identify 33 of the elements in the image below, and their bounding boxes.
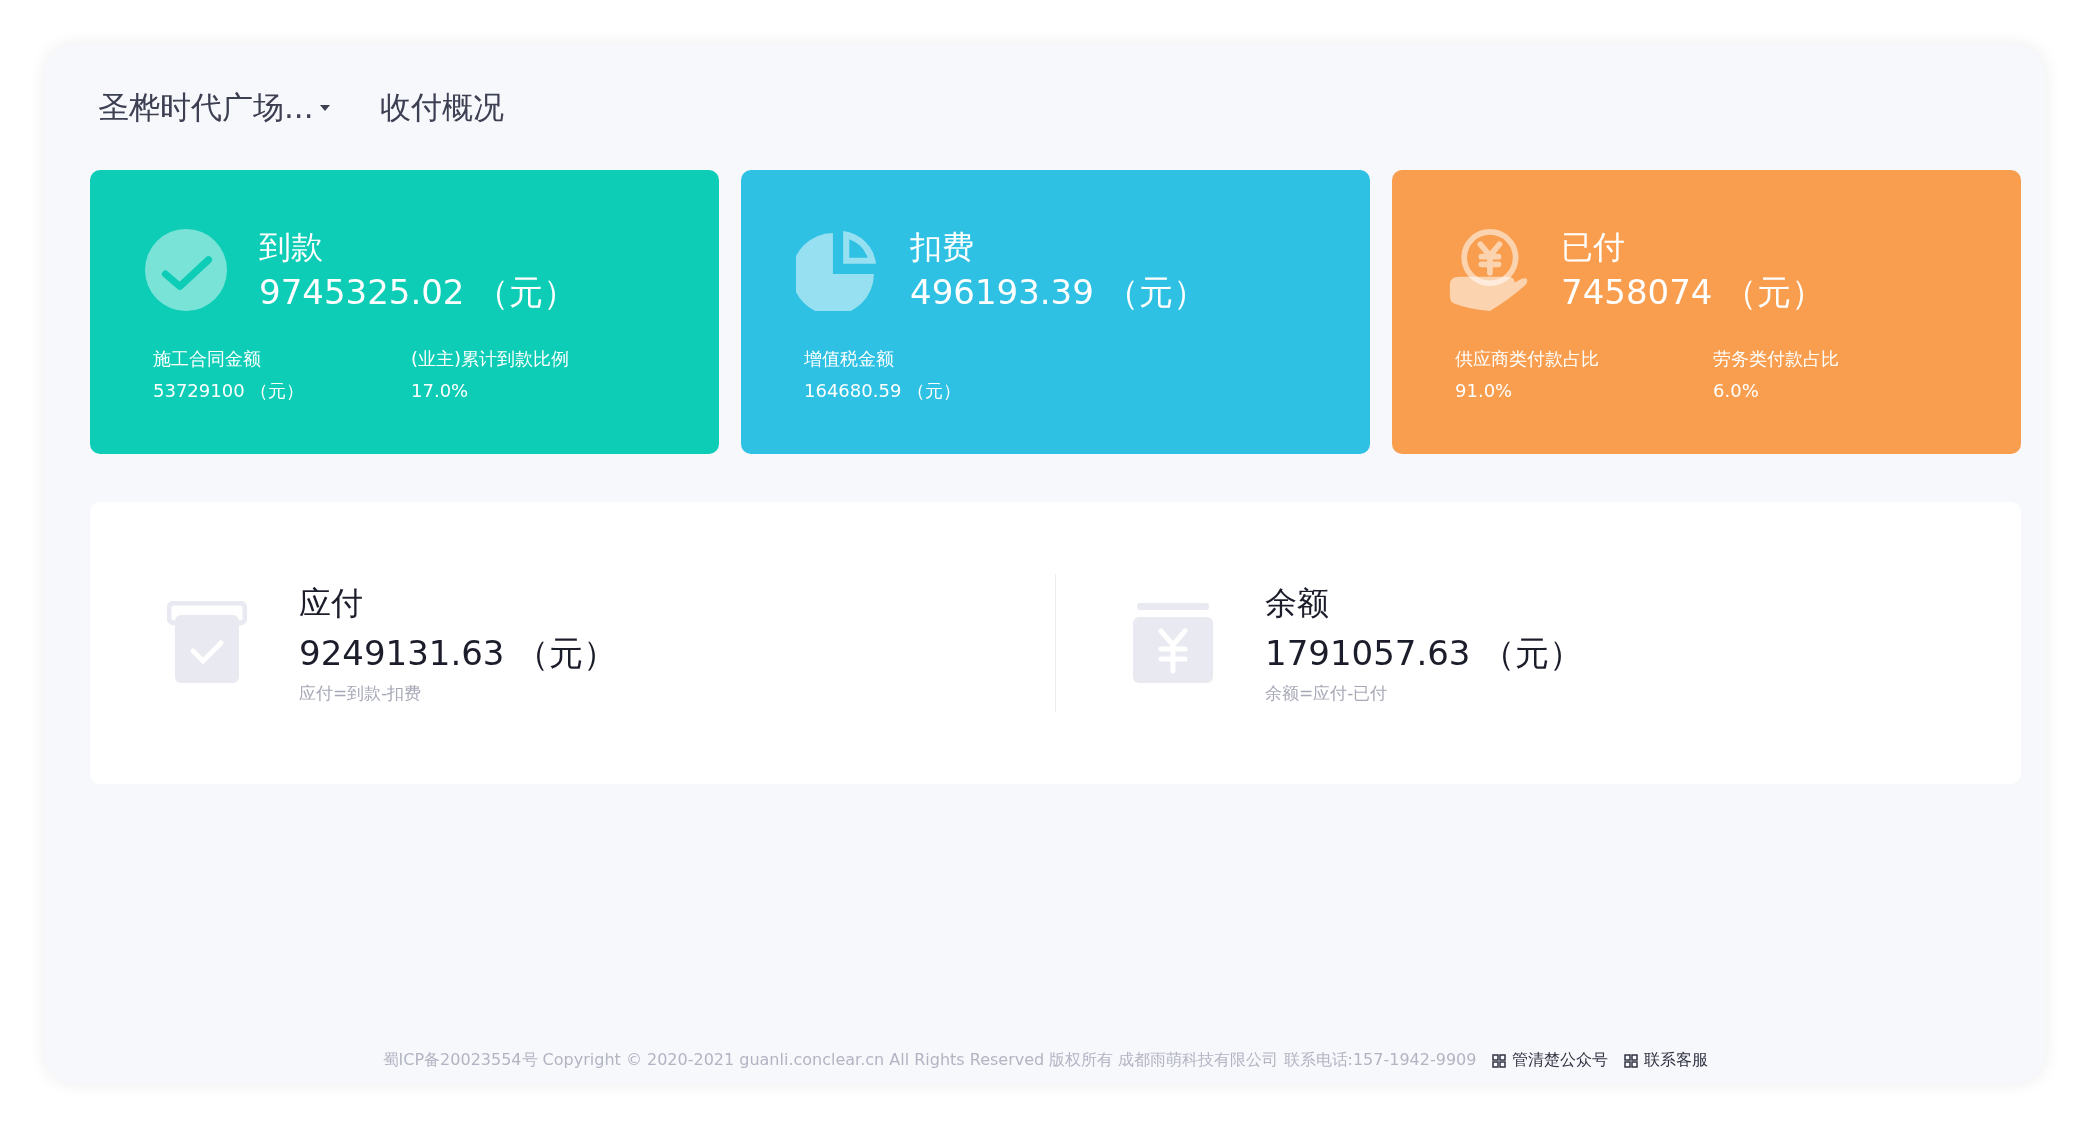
page-title: 收付概况: [379, 87, 504, 127]
card-title: 扣费: [910, 227, 975, 268]
footer-link[interactable]: 联系客服: [1624, 1050, 1709, 1071]
qr-code-icon: [1492, 1053, 1507, 1068]
balance-title: 应付: [299, 583, 364, 624]
card-title: 到款: [259, 227, 324, 268]
pie-chart-icon: [796, 229, 878, 311]
qr-code-icon: [1624, 1053, 1639, 1068]
balance-amount: 9249131.63 （元）: [299, 632, 618, 675]
card-amount: 7458074 （元）: [1561, 271, 1826, 314]
coin-hand-icon: [1447, 229, 1529, 311]
footer-copyright: 蜀ICP备20023554号 Copyright © 2020-2021 guanli.conclear.cn All Rights Reserved 版权所有 成都雨萌科技有限公司 联系电话:157-1942-9909: [382, 1050, 1477, 1071]
card-title: 已付: [1561, 227, 1626, 268]
balance-title: 余额: [1265, 583, 1330, 624]
detail-value: 164680.59 （元）: [804, 379, 963, 403]
detail-value: 53729100 （元）: [153, 379, 306, 403]
caret-icon: [319, 104, 330, 111]
check-circle-icon: [145, 229, 227, 311]
balance-formula: 应付=到款-扣费: [299, 682, 423, 705]
detail-value: 17.0%: [411, 379, 470, 403]
footer-link[interactable]: 管清楚公众号: [1492, 1050, 1609, 1071]
detail-label: 增值税金额: [804, 347, 895, 371]
detail-value: 91.0%: [1455, 379, 1514, 403]
detail-label: 施工合同金额: [153, 347, 262, 371]
balance-formula: 余额=应付-已付: [1265, 682, 1389, 705]
card-amount: 9745325.02 （元）: [259, 271, 578, 314]
detail-label: 供应商类付款占比: [1455, 347, 1600, 371]
detail-value: 6.0%: [1713, 379, 1760, 403]
balance-amount: 1791057.63 （元）: [1265, 632, 1584, 675]
detail-label: 劳务类付款占比: [1713, 347, 1840, 371]
detail-label: (业主)累计到款比例: [411, 347, 571, 371]
card-amount: 496193.39 （元）: [910, 271, 1207, 314]
project-dropdown[interactable]: 圣桦时代广场...: [98, 86, 330, 129]
